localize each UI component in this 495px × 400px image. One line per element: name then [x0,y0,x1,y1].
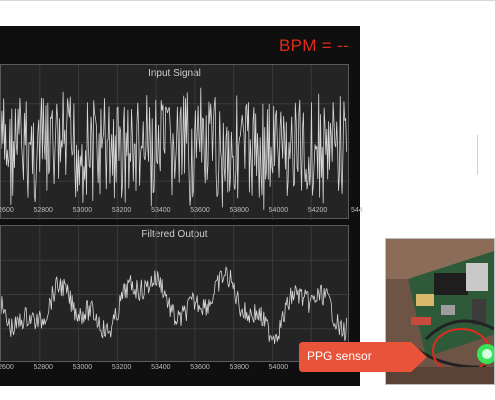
x-tick-label: 54000 [268,207,289,214]
bpm-readout: BPM = -- [279,36,349,55]
x-tick-label: 53800 [229,364,249,371]
filtered-output-trace [1,226,350,363]
x-tick-label: 52800 [33,364,53,371]
x-tick-label: 52600 [0,364,14,371]
x-tick-label: 53400 [151,207,171,214]
input-signal-plot: Input Signal [0,64,350,220]
x-tick-label: 53200 [111,207,132,214]
side-divider [477,135,478,175]
top-divider [0,0,495,1]
filtered-output-plot: Filtered Output [0,225,350,363]
x-tick-label: 544 [350,207,363,214]
x-tick-label: 52600 [0,207,14,214]
x-tick-label: 53600 [190,364,210,371]
signal-monitor-panel: Input Signal 52600 52800 53000 53200 53400 53… [0,26,363,386]
x-tick-label: 52800 [33,207,53,214]
x-tick-label: 54000 [268,364,289,371]
x-tick-label: 53000 [72,364,93,371]
input-signal-trace [1,65,350,220]
x-tick-label: 53600 [190,207,210,214]
x-tick-label: 54200 [307,207,328,214]
x-tick-label: 53800 [229,207,249,214]
x-tick-label: 53000 [72,207,93,214]
x-tick-label: 53200 [111,364,132,371]
x-tick-label: 53400 [151,364,171,371]
ppg-sensor-label: PPG sensor [307,349,372,363]
filtered-output-line [1,266,347,344]
input-signal-line [1,87,347,210]
input-signal-x-axis: 52600 52800 53000 53200 53400 53600 53800 54000… [0,207,363,219]
